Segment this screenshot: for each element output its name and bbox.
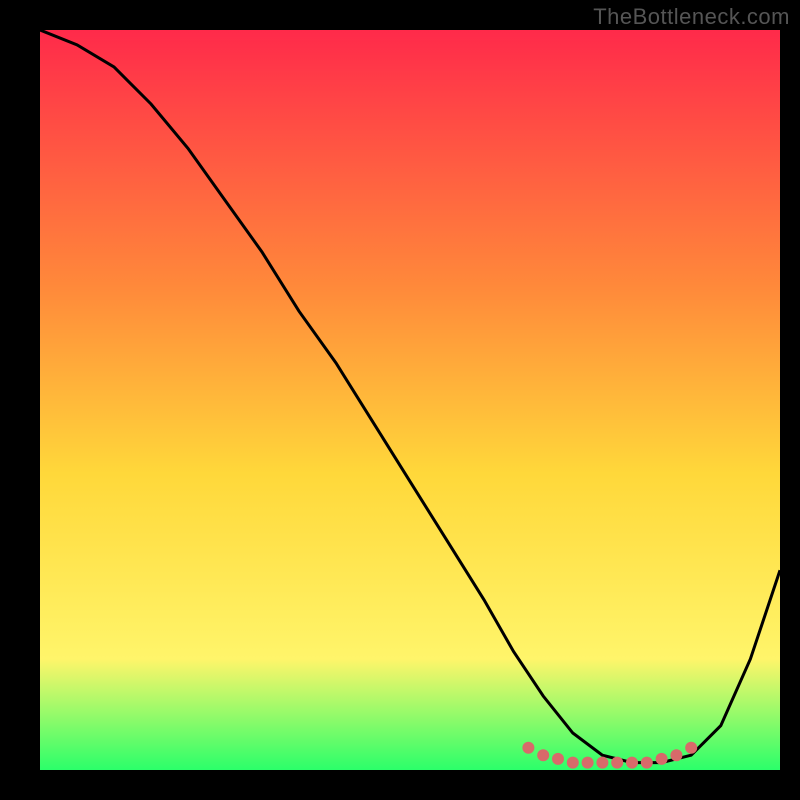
plot-area: [40, 30, 780, 770]
marker-dot: [537, 749, 549, 761]
marker-dot: [656, 753, 668, 765]
gradient-background: [40, 30, 780, 770]
marker-dot: [552, 753, 564, 765]
marker-dot: [611, 757, 623, 769]
chart-frame: TheBottleneck.com: [0, 0, 800, 800]
marker-dot: [567, 757, 579, 769]
marker-dot: [670, 749, 682, 761]
marker-dot: [596, 757, 608, 769]
marker-dot: [626, 757, 638, 769]
marker-dot: [641, 757, 653, 769]
watermark-text: TheBottleneck.com: [593, 4, 790, 30]
marker-dot: [685, 742, 697, 754]
marker-dot: [582, 757, 594, 769]
chart-svg: [40, 30, 780, 770]
marker-dot: [522, 742, 534, 754]
